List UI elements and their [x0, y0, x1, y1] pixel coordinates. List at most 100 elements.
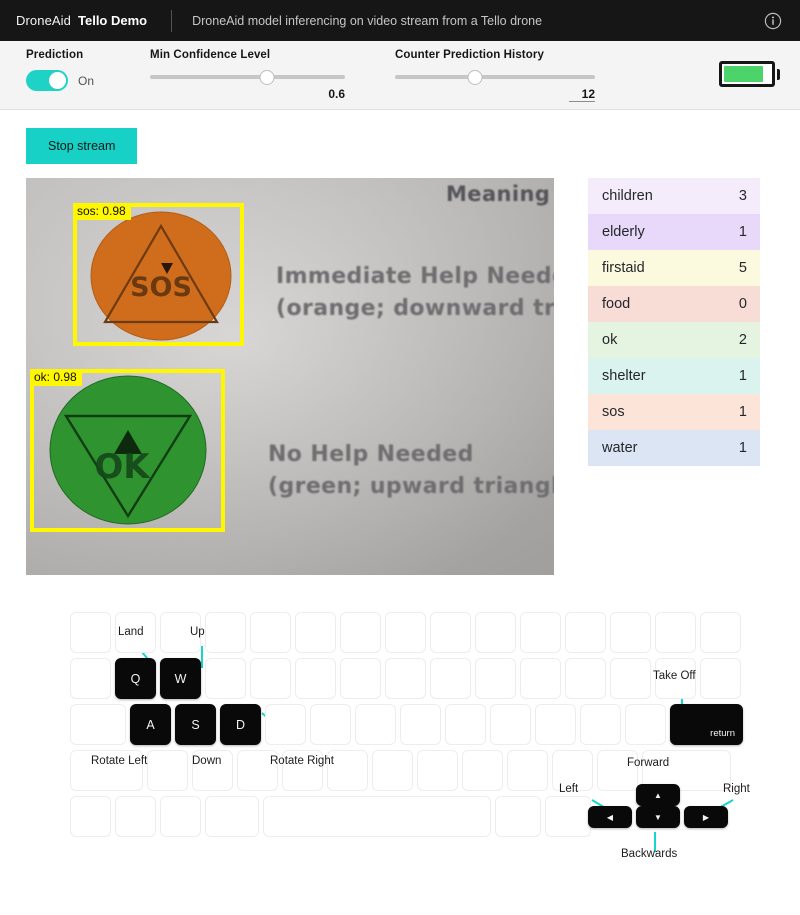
- key-blank[interactable]: [462, 750, 503, 791]
- prediction-label: food: [602, 296, 631, 312]
- key-w[interactable]: W: [160, 658, 201, 699]
- key-blank[interactable]: [700, 658, 741, 699]
- key-blank[interactable]: [535, 704, 576, 745]
- key-blank[interactable]: [417, 750, 458, 791]
- key-blank[interactable]: [565, 658, 606, 699]
- key-return-label: return: [710, 728, 735, 739]
- battery-fill: [724, 66, 764, 82]
- key-arrow-up[interactable]: ▲: [636, 784, 680, 806]
- key-blank[interactable]: [70, 658, 111, 699]
- min-confidence-slider[interactable]: [150, 69, 346, 85]
- keyboard-row-5: [70, 796, 595, 837]
- info-icon[interactable]: [762, 10, 784, 32]
- prediction-label: Prediction: [26, 49, 84, 61]
- key-blank[interactable]: [205, 796, 259, 837]
- video-stream-panel[interactable]: Meaning Immediate Help Needed (orange; d…: [26, 178, 554, 575]
- key-blank[interactable]: [520, 658, 561, 699]
- key-blank[interactable]: [655, 612, 696, 653]
- key-spacebar[interactable]: [263, 796, 491, 837]
- key-blank[interactable]: [295, 658, 336, 699]
- prediction-label: elderly: [602, 224, 645, 240]
- key-blank[interactable]: [115, 796, 156, 837]
- key-blank[interactable]: [507, 750, 548, 791]
- detection-label-sos: sos: 0.98: [73, 203, 131, 220]
- key-blank[interactable]: [625, 704, 666, 745]
- callout-left: Left: [559, 783, 579, 795]
- counter-history-slider-thumb[interactable]: [467, 69, 483, 85]
- key-blank[interactable]: [355, 704, 396, 745]
- detection-label-ok: ok: 0.98: [30, 369, 82, 386]
- prediction-label: ok: [602, 332, 618, 348]
- min-confidence-label: Min Confidence Level: [150, 49, 271, 61]
- key-q[interactable]: Q: [115, 658, 156, 699]
- stream-button-row: Stop stream: [0, 110, 800, 164]
- key-blank[interactable]: [580, 704, 621, 745]
- counter-history-control: Counter Prediction History 12: [395, 49, 596, 102]
- counter-history-slider[interactable]: [395, 69, 596, 85]
- key-blank[interactable]: [475, 658, 516, 699]
- video-text-line1: Immediate Help Needed: [276, 264, 554, 289]
- table-row: elderly 1: [588, 214, 760, 250]
- table-row: food 0: [588, 286, 760, 322]
- prediction-toggle[interactable]: [26, 70, 68, 91]
- callout-rotate-left: Rotate Left: [91, 755, 148, 767]
- app-title: Tello Demo: [78, 13, 148, 28]
- key-blank[interactable]: [205, 658, 246, 699]
- prediction-state-label: On: [78, 73, 95, 88]
- key-blank[interactable]: [70, 612, 111, 653]
- key-blank[interactable]: [445, 704, 486, 745]
- key-arrow-right[interactable]: ▶: [684, 806, 728, 828]
- table-row: ok 2: [588, 322, 760, 358]
- key-blank[interactable]: [430, 612, 471, 653]
- key-blank[interactable]: [205, 612, 246, 653]
- callout-take-off: Take Off: [653, 670, 696, 682]
- key-blank[interactable]: [490, 704, 531, 745]
- table-row: firstaid 5: [588, 250, 760, 286]
- battery-indicator: [719, 61, 780, 87]
- control-bar: Prediction On Min Confidence Level 0.6 C…: [0, 41, 800, 110]
- key-blank[interactable]: [147, 750, 188, 791]
- key-blank[interactable]: [70, 796, 111, 837]
- min-confidence-slider-thumb[interactable]: [259, 69, 275, 85]
- min-confidence-control: Min Confidence Level 0.6: [150, 49, 346, 102]
- key-blank[interactable]: [430, 658, 471, 699]
- key-blank[interactable]: [495, 796, 541, 837]
- key-s[interactable]: S: [175, 704, 216, 745]
- key-blank[interactable]: [70, 704, 126, 745]
- key-a[interactable]: A: [130, 704, 171, 745]
- prediction-count: 3: [738, 188, 747, 204]
- key-blank[interactable]: [520, 612, 561, 653]
- key-blank[interactable]: [372, 750, 413, 791]
- key-blank[interactable]: [340, 612, 381, 653]
- key-blank[interactable]: [250, 612, 291, 653]
- key-arrow-down[interactable]: ▼: [636, 806, 680, 828]
- main-content: Meaning Immediate Help Needed (orange; d…: [0, 164, 800, 575]
- key-blank[interactable]: [545, 796, 591, 837]
- key-blank[interactable]: [475, 612, 516, 653]
- key-blank[interactable]: [610, 658, 651, 699]
- key-return[interactable]: return: [670, 704, 743, 745]
- key-blank[interactable]: [250, 658, 291, 699]
- prediction-count: 2: [738, 332, 747, 348]
- key-blank[interactable]: [385, 658, 426, 699]
- key-w-label: W: [174, 671, 187, 686]
- callout-land: Land: [118, 626, 144, 638]
- key-blank[interactable]: [700, 612, 741, 653]
- key-d[interactable]: D: [220, 704, 261, 745]
- key-blank[interactable]: [310, 704, 351, 745]
- callout-down: Down: [192, 755, 222, 767]
- key-blank[interactable]: [565, 612, 606, 653]
- key-blank[interactable]: [340, 658, 381, 699]
- key-blank[interactable]: [295, 612, 336, 653]
- key-blank[interactable]: [385, 612, 426, 653]
- key-blank[interactable]: [610, 612, 651, 653]
- stop-stream-button[interactable]: Stop stream: [26, 128, 138, 164]
- key-arrow-left[interactable]: ◀: [588, 806, 632, 828]
- table-row: shelter 1: [588, 358, 760, 394]
- key-blank[interactable]: [400, 704, 441, 745]
- key-blank[interactable]: [160, 796, 201, 837]
- key-blank[interactable]: [265, 704, 306, 745]
- min-confidence-value: 0.6: [328, 87, 346, 101]
- callout-up: Up: [190, 626, 205, 638]
- counter-history-value: 12: [569, 87, 596, 102]
